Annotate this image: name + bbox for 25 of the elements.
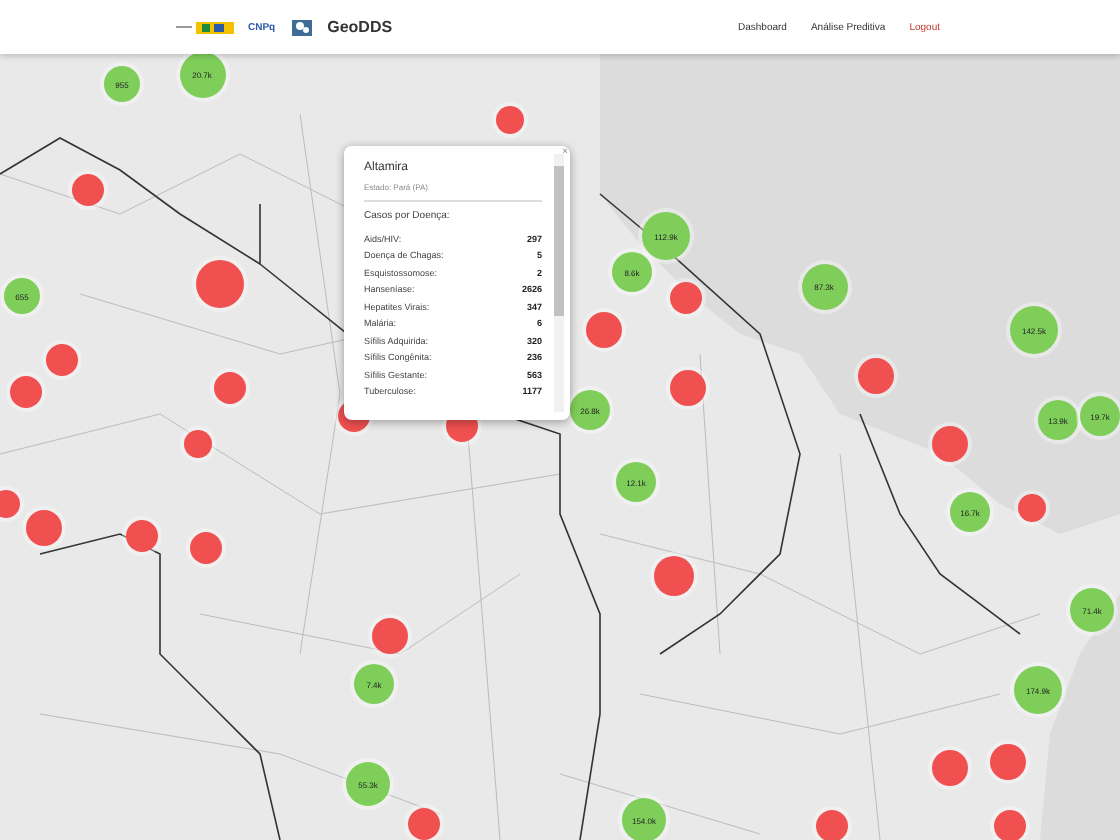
cluster-marker[interactable] [184, 430, 212, 458]
cluster-marker[interactable] [586, 312, 622, 348]
brand-name: GeoDDS [327, 18, 393, 36]
cluster-marker[interactable] [932, 750, 968, 786]
cluster-marker[interactable] [408, 808, 440, 840]
cluster-marker[interactable] [0, 490, 20, 518]
cluster-marker[interactable] [126, 520, 158, 552]
cluster-marker[interactable] [196, 260, 244, 308]
cluster-marker[interactable] [496, 106, 524, 134]
cluster-marker[interactable] [670, 282, 702, 314]
cluster-marker[interactable] [654, 556, 694, 596]
cluster-marker[interactable] [372, 618, 408, 654]
scrollbar[interactable] [554, 154, 564, 412]
cluster-marker[interactable] [670, 370, 706, 406]
cluster-marker[interactable] [46, 344, 78, 376]
cluster-marker[interactable] [72, 174, 104, 206]
cluster-marker[interactable] [990, 744, 1026, 780]
cluster-marker[interactable] [26, 510, 62, 546]
cluster-marker[interactable] [10, 376, 42, 408]
government-logo-icon [176, 19, 236, 35]
cluster-marker[interactable] [816, 810, 848, 840]
network-logo-icon [287, 15, 316, 39]
cluster-marker[interactable] [214, 372, 246, 404]
cluster-marker[interactable] [190, 532, 222, 564]
cluster-marker[interactable] [994, 810, 1026, 840]
